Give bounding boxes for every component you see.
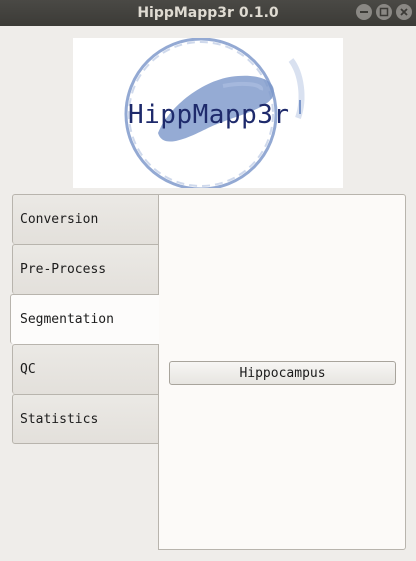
window-title: HippMapp3r 0.1.0 bbox=[137, 5, 279, 21]
hippocampus-button[interactable]: Hippocampus bbox=[169, 361, 396, 385]
window-controls bbox=[356, 4, 412, 20]
window-titlebar: HippMapp3r 0.1.0 bbox=[0, 0, 416, 26]
app-logo: HippMapp3r bbox=[73, 38, 343, 188]
minimize-icon[interactable] bbox=[356, 4, 372, 20]
close-icon[interactable] bbox=[396, 4, 412, 20]
segmentation-panel: Hippocampus bbox=[158, 194, 406, 550]
tab-pre-process[interactable]: Pre-Process bbox=[12, 244, 159, 294]
logo-text: HippMapp3r bbox=[128, 100, 290, 130]
tab-segmentation[interactable]: Segmentation bbox=[10, 294, 159, 344]
tab-qc[interactable]: QC bbox=[12, 344, 159, 394]
tab-bar: Conversion Pre-Process Segmentation QC S… bbox=[10, 194, 159, 444]
maximize-icon[interactable] bbox=[376, 4, 392, 20]
tab-conversion[interactable]: Conversion bbox=[12, 194, 159, 244]
tab-statistics[interactable]: Statistics bbox=[12, 394, 159, 444]
